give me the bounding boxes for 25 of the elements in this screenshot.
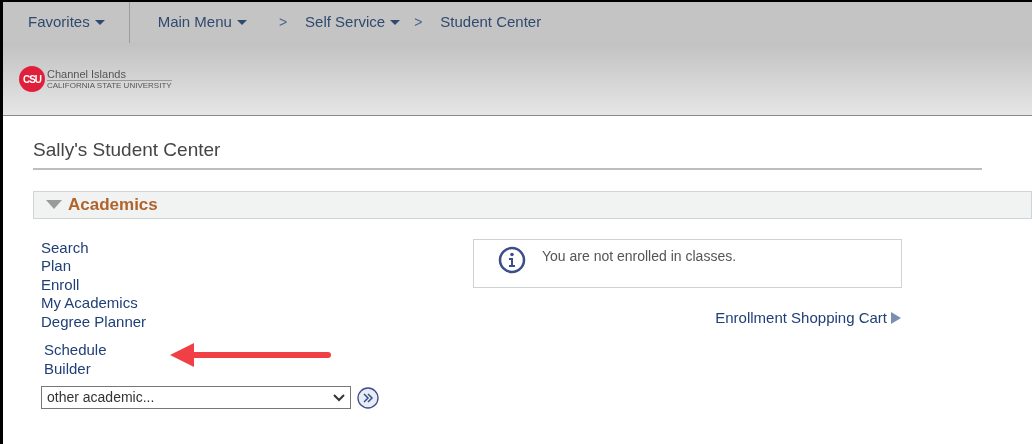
academics-link[interactable]: My Academics [41,294,138,313]
info-icon [498,245,526,274]
academics-link[interactable]: Enroll [41,275,80,294]
nav-menu-item[interactable]: Favorites [28,11,105,34]
page-title: Sally's Student Center [33,139,221,160]
breadcrumb-separator: > [414,13,423,32]
info-message: You are not enrolled in classes. [542,246,737,266]
section-title: Academics [68,193,158,216]
logo-subtitle: CALIFORNIA STATE UNIVERSITY [47,80,172,91]
go-button[interactable] [357,386,379,409]
academics-link[interactable]: Degree Planner [41,312,147,331]
nav-menu-item[interactable]: Student Center [440,11,542,34]
academic-select[interactable]: other academic... [41,386,351,409]
nav-menu-item[interactable]: Main Menu [157,11,247,34]
section-header[interactable]: Academics [33,190,1032,219]
academics-link[interactable]: Search [41,238,89,257]
play-arrow-icon [891,311,901,324]
logo-mark: CSU [19,66,45,92]
academics-link[interactable]: Plan [41,257,72,276]
shopping-cart-link[interactable]: Enrollment Shopping Cart [715,306,887,329]
schedule-builder-link[interactable]: Schedule Builder [44,340,107,378]
breadcrumb-separator: > [278,13,288,32]
nav-menu-item[interactable]: Self Service [305,11,401,34]
chevron-down-icon [333,393,345,402]
logo-name: Channel Islands [47,67,172,81]
